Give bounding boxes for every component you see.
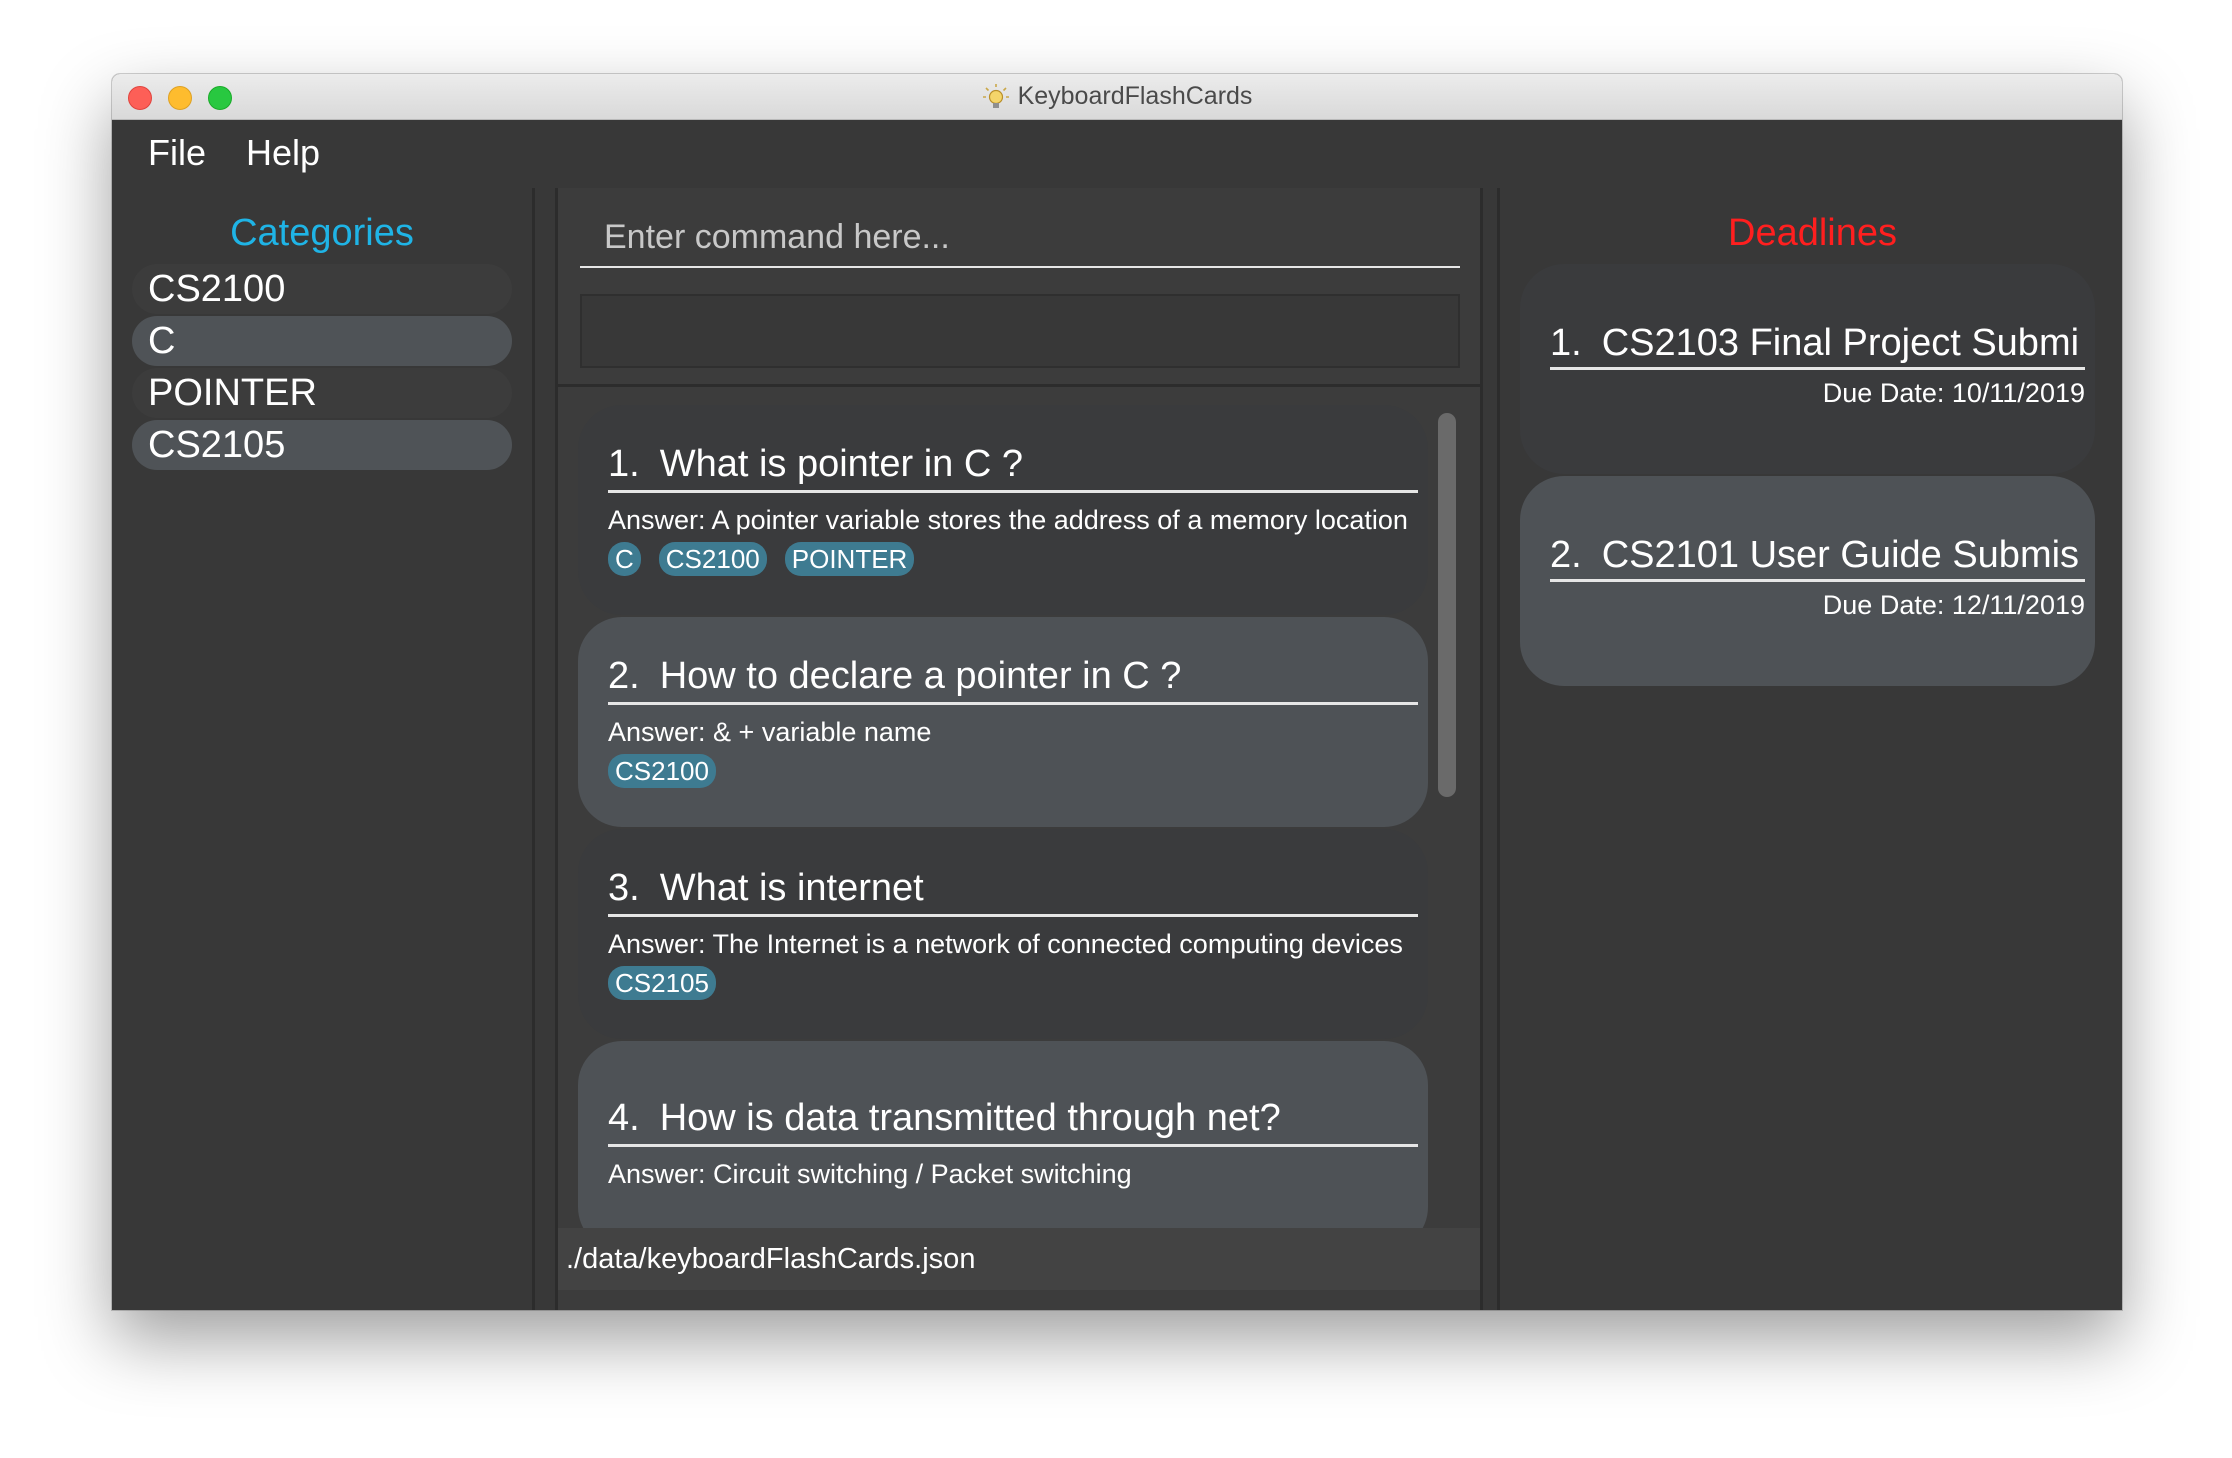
window-title-area: KeyboardFlashCards [112,74,2122,119]
flashcard-answer: Answer: The Internet is a network of con… [608,929,1403,959]
categories-header: Categories [230,212,414,254]
deadline-title: CS2103 Final Project Submi [1601,322,2080,364]
flashcard-tags: C CS2100 POINTER [608,542,1418,576]
deadline-title-line: 1. CS2103 Final Project Submi [1550,322,2085,370]
result-display [580,294,1460,368]
deadline-index: 1. [1550,322,1582,364]
status-bar: ./data/keyboardFlashCards.json [558,1228,1480,1290]
flashcard-card[interactable]: 1. What is pointer in C ? Answer: A point… [578,405,1428,615]
deadline-index: 2. [1550,534,1582,576]
deadline-card[interactable]: 1. CS2103 Final Project Submi Due Date: 1… [1520,264,2095,474]
deadline-due-date: Due Date: 10/11/2019 [1822,378,2085,408]
flashcard-answer: Answer: Circuit switching / Packet switc… [608,1159,1132,1189]
deadline-title-line: 2. CS2101 User Guide Submis [1550,534,2085,582]
flashcard-scrollbar[interactable] [1438,413,1456,797]
flashcard-card[interactable]: 2. How to declare a pointer in C ? Answer… [578,617,1428,827]
deadlines-panel: Deadlines 1. CS2103 Final Project Submi D… [1497,188,2122,1310]
command-box [580,212,1460,268]
tag-badge: CS2100 [658,542,767,576]
app-window: KeyboardFlashCards File Help Categories … [112,74,2122,1310]
flashcard-card[interactable]: 3. What is internet Answer: The Internet … [578,829,1428,1039]
tag-badge: C [608,542,641,576]
flashcard-question: What is pointer in C ? [659,443,1023,485]
flashcard-list[interactable]: 1. What is pointer in C ? Answer: A point… [558,387,1480,1230]
deadline-title: CS2101 User Guide Submis [1601,534,2080,576]
flashcard-index: 4. [608,1097,640,1139]
category-item[interactable]: C [132,316,512,366]
category-item[interactable]: CS2105 [132,420,512,470]
menu-bar: File Help [112,120,2122,186]
tag-badge: CS2105 [608,966,716,1000]
tag-badge: POINTER [784,542,915,576]
title-bar: KeyboardFlashCards [112,74,2122,120]
flashcard-question-line: 2. How to declare a pointer in C ? [608,655,1418,705]
deadlines-header: Deadlines [1728,212,1897,254]
menu-help[interactable]: Help [246,132,320,174]
lightbulb-icon [982,83,1009,108]
flashcard-question-line: 4. How is data transmitted through net? [608,1097,1418,1147]
flashcard-question: What is internet [659,867,924,909]
deadline-card[interactable]: 2. CS2101 User Guide Submis Due Date: 12/… [1520,476,2095,686]
category-item[interactable]: POINTER [132,368,512,418]
deadline-due-date: Due Date: 12/11/2019 [1822,590,2085,620]
flashcard-tags: CS2100 [608,754,1418,788]
menu-file[interactable]: File [148,132,206,174]
command-input[interactable] [580,212,1460,262]
tag-badge: CS2100 [608,754,716,788]
flashcard-tags: CS2105 [608,966,1418,1000]
flashcard-answer: Answer: A pointer variable stores the ad… [608,505,1408,535]
categories-panel: Categories CS2100 C POINTER CS2105 [112,188,535,1310]
category-item[interactable]: CS2100 [132,264,512,314]
flashcard-question: How is data transmitted through net? [659,1097,1281,1139]
categories-list: CS2100 C POINTER CS2105 [132,264,512,472]
flashcard-question-line: 1. What is pointer in C ? [608,443,1418,493]
flashcard-question-line: 3. What is internet [608,867,1418,917]
flashcards-panel: 1. What is pointer in C ? Answer: A point… [555,188,1483,1310]
flashcard-card[interactable]: 4. How is data transmitted through net? A… [578,1041,1428,1230]
flashcard-index: 3. [608,867,640,909]
flashcard-index: 2. [608,655,640,697]
flashcard-question: How to declare a pointer in C ? [659,655,1182,697]
window-title: KeyboardFlashCards [1017,82,1253,110]
flashcard-index: 1. [608,443,640,485]
data-file-path: ./data/keyboardFlashCards.json [566,1242,976,1275]
flashcard-answer: Answer: & + variable name [608,717,932,747]
